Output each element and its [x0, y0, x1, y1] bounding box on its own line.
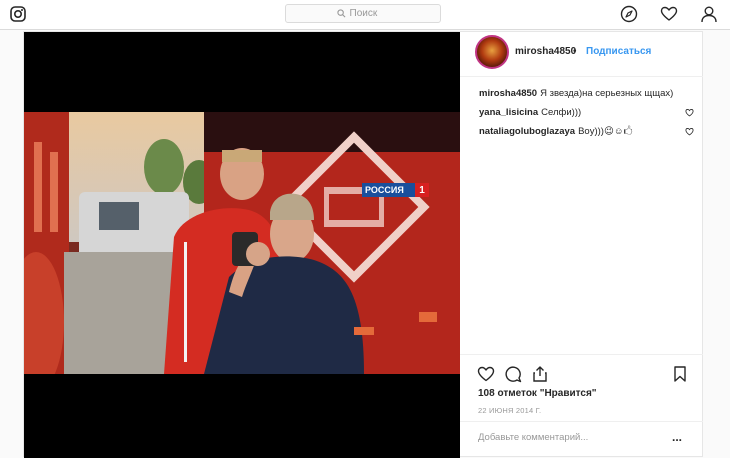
like-comment-heart-icon[interactable]: [685, 108, 694, 117]
add-comment-section: ...: [460, 421, 703, 455]
header-separator: •: [573, 46, 577, 57]
channel-logo-text: РОССИЯ: [365, 185, 404, 195]
post-header: mirosha4850 • Подписаться: [460, 32, 703, 77]
video-frame: РОССИЯ 1: [24, 112, 460, 374]
bookmark-save-icon[interactable]: [671, 365, 689, 383]
comment-username[interactable]: mirosha4850: [479, 88, 537, 99]
post-author-username[interactable]: mirosha4850: [515, 46, 576, 57]
list-item: yana_lisicina Селфи))): [479, 106, 694, 125]
comments-list: mirosha4850 Я звезда)на серьезных щщах) y…: [479, 87, 694, 144]
activity-heart-icon[interactable]: [660, 5, 678, 23]
more-options-button[interactable]: ...: [672, 430, 682, 444]
post-actions: 108 отметок "Нравится" 22 ИЮНЯ 2014 Г. .…: [460, 354, 703, 455]
instagram-logo-icon[interactable]: [10, 6, 26, 22]
like-comment-heart-icon[interactable]: [685, 127, 694, 136]
comment-username[interactable]: yana_lisicina: [479, 107, 538, 118]
list-item: nataliagoluboglazaya Boy)))😉☺🖒: [479, 125, 694, 144]
comment-text: Селфи))): [541, 107, 582, 118]
add-comment-input[interactable]: [478, 432, 658, 443]
comment-text: Boy)))😉☺🖒: [578, 126, 633, 137]
comment-text: Я звезда)на серьезных щщах): [540, 88, 674, 99]
channel-logo-number: 1: [415, 183, 429, 197]
post-video[interactable]: РОССИЯ 1: [24, 32, 460, 458]
avatar[interactable]: [475, 35, 509, 69]
explore-compass-icon[interactable]: [620, 5, 638, 23]
comment-username[interactable]: nataliagoluboglazaya: [479, 126, 575, 137]
likes-count[interactable]: 108 отметок "Нравится": [478, 388, 597, 399]
search-icon: [336, 9, 345, 18]
search-box[interactable]: [285, 4, 441, 23]
share-icon[interactable]: [531, 365, 549, 383]
top-navbar: [0, 0, 730, 30]
list-item: mirosha4850 Я звезда)на серьезных щщах): [479, 87, 694, 106]
post-sidebar: mirosha4850 • Подписаться mirosha4850 Я з…: [460, 32, 703, 458]
search-input[interactable]: [349, 8, 390, 19]
comment-bubble-icon[interactable]: [504, 365, 522, 383]
like-heart-icon[interactable]: [477, 365, 495, 383]
post-card: РОССИЯ 1 mirosha4850 • Подписаться miros…: [23, 31, 703, 458]
post-date: 22 ИЮНЯ 2014 Г.: [478, 406, 542, 415]
profile-user-icon[interactable]: [700, 5, 718, 23]
tv-channel-logo: РОССИЯ 1: [362, 183, 429, 197]
selfie-scene-illustration: [24, 112, 460, 374]
follow-button[interactable]: Подписаться: [586, 46, 651, 57]
